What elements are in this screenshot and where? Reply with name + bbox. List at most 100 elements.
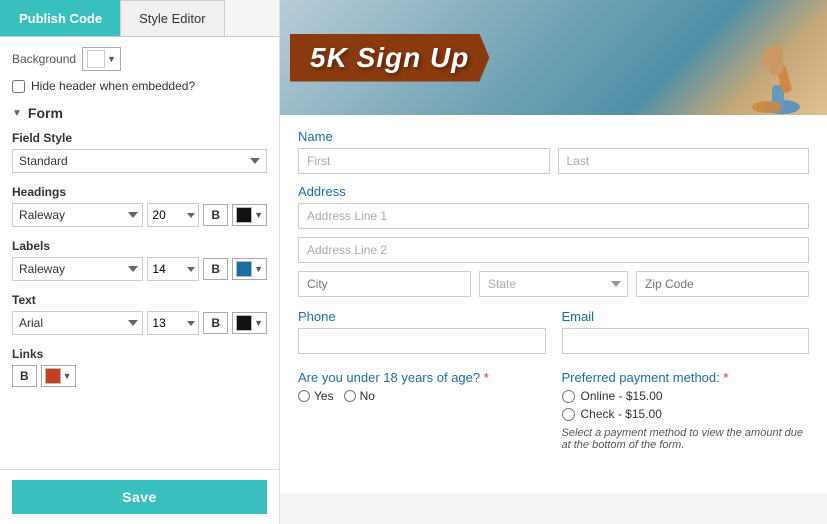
payment-check-option[interactable]: Check - $15.00 [562,407,810,421]
background-row: Background ▼ [12,47,267,71]
labels-size-select[interactable]: 14 [147,257,199,281]
headings-color-button[interactable]: ▼ [232,204,267,226]
email-input[interactable] [562,328,810,354]
labels-controls: Raleway 14 B ▼ [12,257,267,281]
hide-header-checkbox[interactable] [12,80,25,93]
labels-color-button[interactable]: ▼ [232,258,267,280]
text-group: Text Arial 13 B ▼ [12,293,267,335]
form-title: 5K Sign Up [310,42,469,73]
form-title-overlay: 5K Sign Up [290,34,489,82]
text-label: Text [12,293,267,307]
first-name-input[interactable] [298,148,550,174]
age-no-option[interactable]: No [344,389,375,403]
payment-options: Online - $15.00 Check - $15.00 [562,389,810,421]
form-section-header[interactable]: ▼ Form [12,105,267,121]
headings-group: Headings Raleway 20 B ▼ [12,185,267,227]
age-yes-option[interactable]: Yes [298,389,334,403]
phone-label: Phone [298,309,546,324]
address-line2-input[interactable] [298,237,809,263]
headings-bold-button[interactable]: B [203,204,228,226]
city-state-zip-row: State [298,271,809,297]
runner-icon [717,15,807,115]
right-panel: 5K Sign Up Name Address [280,0,827,524]
headings-controls: Raleway 20 B ▼ [12,203,267,227]
field-style-select[interactable]: Standard Outlined Filled [12,149,267,173]
address-field-block: Address State [298,184,809,297]
links-label: Links [12,347,267,361]
headings-font-select[interactable]: Raleway [12,203,143,227]
form-preview: 5K Sign Up Name Address [280,0,827,493]
age-yes-label: Yes [314,389,334,403]
form-body: Name Address State [280,115,827,473]
text-controls: Arial 13 B ▼ [12,311,267,335]
chevron-down-icon: ▼ [254,264,263,274]
section-arrow-icon: ▼ [12,108,22,119]
address-line1-input[interactable] [298,203,809,229]
text-font-select[interactable]: Arial [12,311,143,335]
form-header: 5K Sign Up [280,0,827,115]
links-group: Links B ▼ [12,347,267,387]
payment-online-option[interactable]: Online - $15.00 [562,389,810,403]
city-input[interactable] [298,271,471,297]
phone-col: Phone [298,309,546,362]
zip-input[interactable] [636,271,809,297]
payment-note: Select a payment method to view the amou… [562,427,810,451]
last-name-input[interactable] [558,148,810,174]
text-color-button[interactable]: ▼ [232,312,267,334]
chevron-down-icon: ▼ [254,210,263,220]
address-label: Address [298,184,809,199]
hide-header-row: Hide header when embedded? [12,79,267,93]
name-field-block: Name [298,129,809,174]
age-radio-group: Yes No [298,389,546,403]
payment-check-radio[interactable] [562,408,575,421]
links-bold-button[interactable]: B [12,365,37,387]
background-swatch [87,50,105,68]
payment-check-label: Check - $15.00 [581,407,662,421]
labels-group: Labels Raleway 14 B ▼ [12,239,267,281]
chevron-down-icon: ▼ [107,54,116,64]
text-bold-button[interactable]: B [203,312,228,334]
labels-bold-button[interactable]: B [203,258,228,280]
headings-size-select[interactable]: 20 [147,203,199,227]
field-style-group: Field Style Standard Outlined Filled [12,131,267,173]
headings-color-swatch [236,207,252,223]
panel-content: Background ▼ Hide header when embedded? … [0,37,279,469]
tab-publish-code[interactable]: Publish Code [0,0,121,36]
save-button[interactable]: Save [12,480,267,514]
age-question: Are you under 18 years of age? * [298,370,546,385]
name-input-row [298,148,809,174]
hide-header-label: Hide header when embedded? [31,79,195,93]
phone-email-section: Phone Email [298,309,809,362]
save-bar: Save [0,469,279,524]
payment-col: Preferred payment method: * Online - $15… [562,370,810,451]
text-size-select[interactable]: 13 [147,311,199,335]
background-color-button[interactable]: ▼ [82,47,121,71]
labels-color-swatch [236,261,252,277]
chevron-down-icon: ▼ [63,371,72,381]
tab-style-editor[interactable]: Style Editor [120,0,224,36]
text-color-swatch [236,315,252,331]
field-style-label: Field Style [12,131,267,145]
tab-bar: Publish Code Style Editor [0,0,279,37]
payment-question: Preferred payment method: * [562,370,810,385]
chevron-down-icon: ▼ [254,318,263,328]
name-label: Name [298,129,809,144]
payment-online-radio[interactable] [562,390,575,403]
age-no-radio[interactable] [344,390,356,402]
email-label: Email [562,309,810,324]
links-color-button[interactable]: ▼ [41,365,76,387]
age-no-label: No [360,389,375,403]
email-col: Email [562,309,810,362]
labels-font-select[interactable]: Raleway [12,257,143,281]
payment-online-label: Online - $15.00 [581,389,663,403]
left-panel: Publish Code Style Editor Background ▼ H… [0,0,280,524]
age-col: Are you under 18 years of age? * Yes No [298,370,546,451]
age-payment-section: Are you under 18 years of age? * Yes No [298,370,809,451]
state-select[interactable]: State [479,271,628,297]
labels-label: Labels [12,239,267,253]
required-asterisk-payment: * [720,370,729,385]
age-yes-radio[interactable] [298,390,310,402]
phone-input[interactable] [298,328,546,354]
links-color-swatch [45,368,61,384]
form-section-label: Form [28,105,63,121]
